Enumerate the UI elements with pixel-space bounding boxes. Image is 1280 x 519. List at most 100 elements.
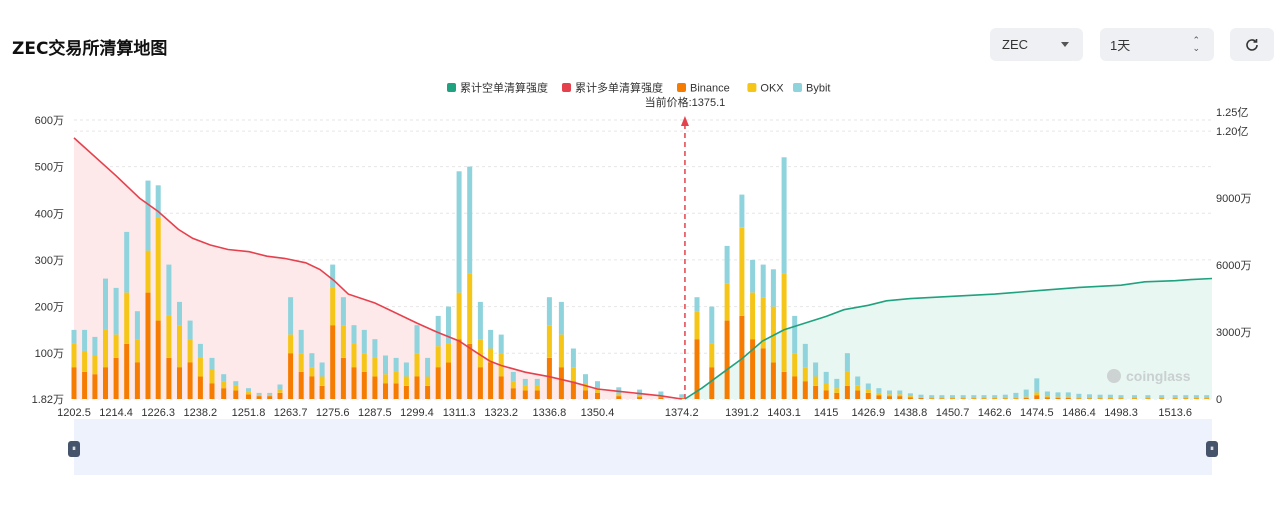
binance-bar [792, 376, 798, 399]
x-tick-label: 1403.1 [767, 407, 801, 419]
binance-bar [570, 381, 576, 399]
bybit-bar [1118, 395, 1124, 398]
okx-bar [319, 376, 325, 386]
y-right-tick-label: 0 [1216, 394, 1222, 406]
binance-bar [637, 397, 643, 399]
bybit-bar [256, 392, 262, 395]
binance-bar [233, 390, 239, 399]
okx-bar [309, 367, 315, 377]
okx-bar [340, 325, 346, 358]
bybit-bar [546, 297, 552, 326]
okx-bar [939, 397, 945, 399]
okx-bar [351, 343, 357, 368]
bybit-bar [939, 395, 945, 398]
binance-bar [209, 383, 215, 399]
okx-bar [446, 343, 451, 363]
legend-swatch [677, 83, 686, 92]
okx-bar [1023, 396, 1029, 398]
x-tick-label: 1486.4 [1062, 407, 1096, 419]
bybit-bar [897, 390, 903, 395]
binance-bar [595, 392, 600, 399]
binance-bar [709, 367, 715, 399]
binance-bar [939, 398, 945, 399]
x-tick-label: 1426.9 [851, 407, 885, 419]
binance-bar [918, 398, 924, 399]
bybit-bar [113, 287, 119, 335]
range-handle-right[interactable]: ⏸ [1206, 441, 1218, 457]
y-left-tick-label: 600万 [35, 115, 64, 127]
binance-bar [340, 357, 346, 399]
x-tick-label: 1438.8 [894, 407, 928, 419]
bybit-bar [1044, 391, 1050, 397]
coin-select[interactable]: ZEC [990, 28, 1083, 61]
binance-bar [1107, 398, 1113, 399]
binance-bar [1132, 398, 1137, 399]
okx-bar [166, 315, 172, 358]
bybit-bar [694, 297, 700, 312]
binance-bar [907, 397, 913, 399]
bybit-bar [134, 311, 140, 340]
bybit-bar [309, 353, 315, 368]
okx-bar [187, 339, 193, 363]
bybit-bar [844, 353, 850, 372]
bybit-bar [267, 392, 273, 395]
bybit-bar [488, 329, 494, 349]
bybit-bar [1183, 395, 1189, 398]
x-tick-label: 1513.6 [1158, 407, 1192, 419]
binance-bar [155, 320, 161, 399]
bybit-bar [1034, 378, 1040, 393]
binance-bar [760, 348, 766, 399]
okx-bar [71, 343, 77, 368]
y-left-tick-label: 500万 [35, 162, 64, 174]
okx-bar [616, 394, 622, 397]
bybit-bar [1055, 392, 1061, 397]
okx-bar [583, 383, 588, 391]
x-tick-label: 1311.3 [443, 407, 476, 419]
okx-bar [256, 394, 262, 397]
okx-bar [534, 385, 540, 391]
binance-bar [950, 398, 955, 399]
bybit-bar [658, 391, 664, 397]
okx-bar [760, 297, 766, 349]
binance-bar [865, 392, 871, 399]
okx-bar [134, 339, 140, 363]
chart-legend: 累计空单清算强度 累计多单清算强度 Binance OKX Bybit [447, 81, 830, 95]
current-price-arrow [680, 116, 689, 126]
binance-bar [124, 343, 130, 399]
range-handle-left[interactable]: ⏸ [68, 441, 80, 457]
range-slider[interactable]: ⏸ ⏸ [68, 419, 1218, 475]
bybit-bar [510, 371, 516, 382]
refresh-button[interactable] [1230, 28, 1274, 61]
binance-bar [166, 357, 172, 399]
okx-bar [876, 392, 882, 396]
bybit-bar [981, 395, 987, 398]
timeframe-select[interactable]: 1天 ⌃ ⌄ [1100, 28, 1214, 61]
x-tick-label: 1374.2 [665, 407, 699, 419]
bybit-bar [760, 264, 766, 298]
binance-bar [534, 390, 540, 399]
bybit-bar [876, 388, 882, 393]
binance-bar [403, 385, 409, 399]
bybit-bar [361, 329, 367, 354]
okx-bar [679, 397, 685, 398]
bybit-bar [145, 180, 151, 251]
x-tick-label: 1336.8 [533, 407, 567, 419]
binance-bar [1097, 398, 1103, 399]
okx-bar [1034, 392, 1040, 396]
bybit-bar [750, 259, 756, 293]
bybit-bar [446, 306, 451, 344]
okx-bar [1183, 397, 1189, 399]
binance-bar [1118, 398, 1124, 399]
binance-bar [298, 371, 304, 399]
binance-bar [330, 325, 336, 399]
chevron-down-icon [1061, 42, 1069, 47]
okx-bar [1172, 397, 1178, 399]
y-right-tick-label: 1.20亿 [1216, 125, 1248, 138]
okx-bar [467, 273, 473, 344]
bybit-bar [414, 325, 420, 354]
bybit-bar [456, 171, 462, 293]
x-tick-label: 1251.8 [232, 407, 266, 419]
binance-bar [103, 367, 108, 399]
bybit-bar [781, 157, 787, 274]
binance-bar [1055, 398, 1061, 399]
